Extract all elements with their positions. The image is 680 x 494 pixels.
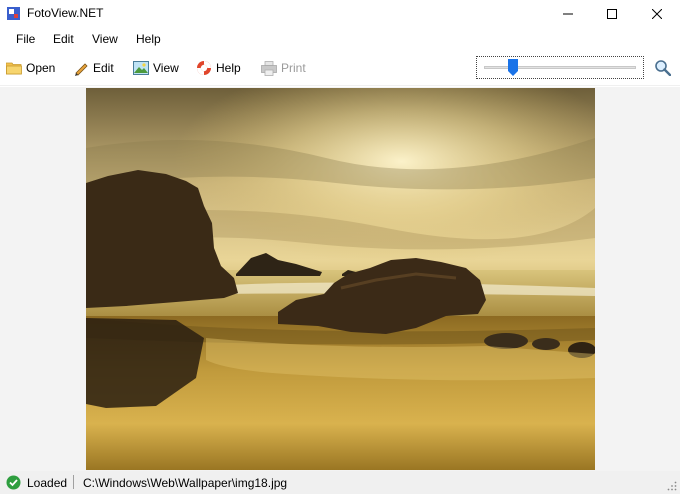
view-button[interactable]: View — [133, 58, 179, 78]
window-title: FotoView.NET — [27, 6, 104, 20]
open-button[interactable]: Open — [6, 58, 55, 78]
print-label: Print — [281, 61, 306, 75]
print-button[interactable]: Print — [261, 58, 306, 78]
lifebuoy-icon — [197, 61, 211, 75]
close-icon — [652, 9, 662, 19]
folder-icon — [6, 62, 22, 75]
zoom-slider-thumb[interactable] — [508, 59, 519, 76]
menu-file[interactable]: File — [16, 32, 35, 46]
check-circle-icon — [6, 475, 21, 490]
maximize-icon — [607, 9, 617, 19]
view-label: View — [153, 61, 179, 75]
menu-bar: File Edit View Help — [0, 28, 680, 50]
status-state: Loaded — [27, 476, 68, 490]
status-divider — [73, 475, 74, 489]
open-label: Open — [26, 61, 56, 75]
close-button[interactable] — [634, 0, 680, 28]
edit-label: Edit — [93, 61, 114, 75]
status-file-path: C:\Windows\Web\Wallpaper\img18.jpg — [83, 476, 288, 490]
photo[interactable] — [86, 88, 595, 470]
minimize-button[interactable] — [545, 0, 591, 28]
zoom-slider-track[interactable] — [484, 66, 636, 69]
pencil-icon — [75, 63, 88, 76]
help-label: Help — [216, 61, 241, 75]
app-icon — [7, 7, 20, 20]
maximize-button[interactable] — [589, 0, 635, 28]
minimize-icon — [563, 13, 573, 15]
help-button[interactable]: Help — [196, 58, 241, 78]
title-bar: FotoView.NET — [0, 0, 680, 28]
magnifier-icon[interactable] — [654, 59, 671, 76]
edit-button[interactable]: Edit — [73, 58, 114, 78]
menu-view[interactable]: View — [92, 32, 118, 46]
printer-icon — [261, 60, 277, 76]
resize-grip-icon[interactable] — [667, 481, 677, 491]
menu-edit[interactable]: Edit — [53, 32, 74, 46]
menu-help[interactable]: Help — [136, 32, 161, 46]
picture-icon — [133, 61, 149, 75]
